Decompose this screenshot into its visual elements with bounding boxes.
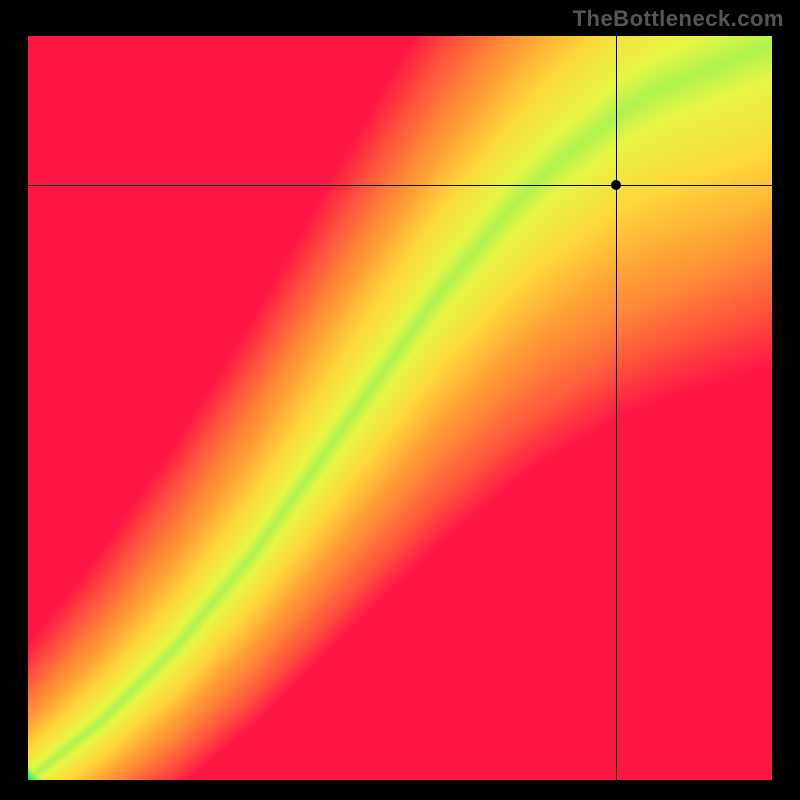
crosshair-vertical [616,36,617,780]
operating-point-marker [611,180,621,190]
chart-frame: TheBottleneck.com [0,0,800,800]
crosshair-horizontal [28,185,772,186]
heatmap-canvas [28,36,772,780]
watermark-text: TheBottleneck.com [573,6,784,32]
heatmap-plot [28,36,772,780]
